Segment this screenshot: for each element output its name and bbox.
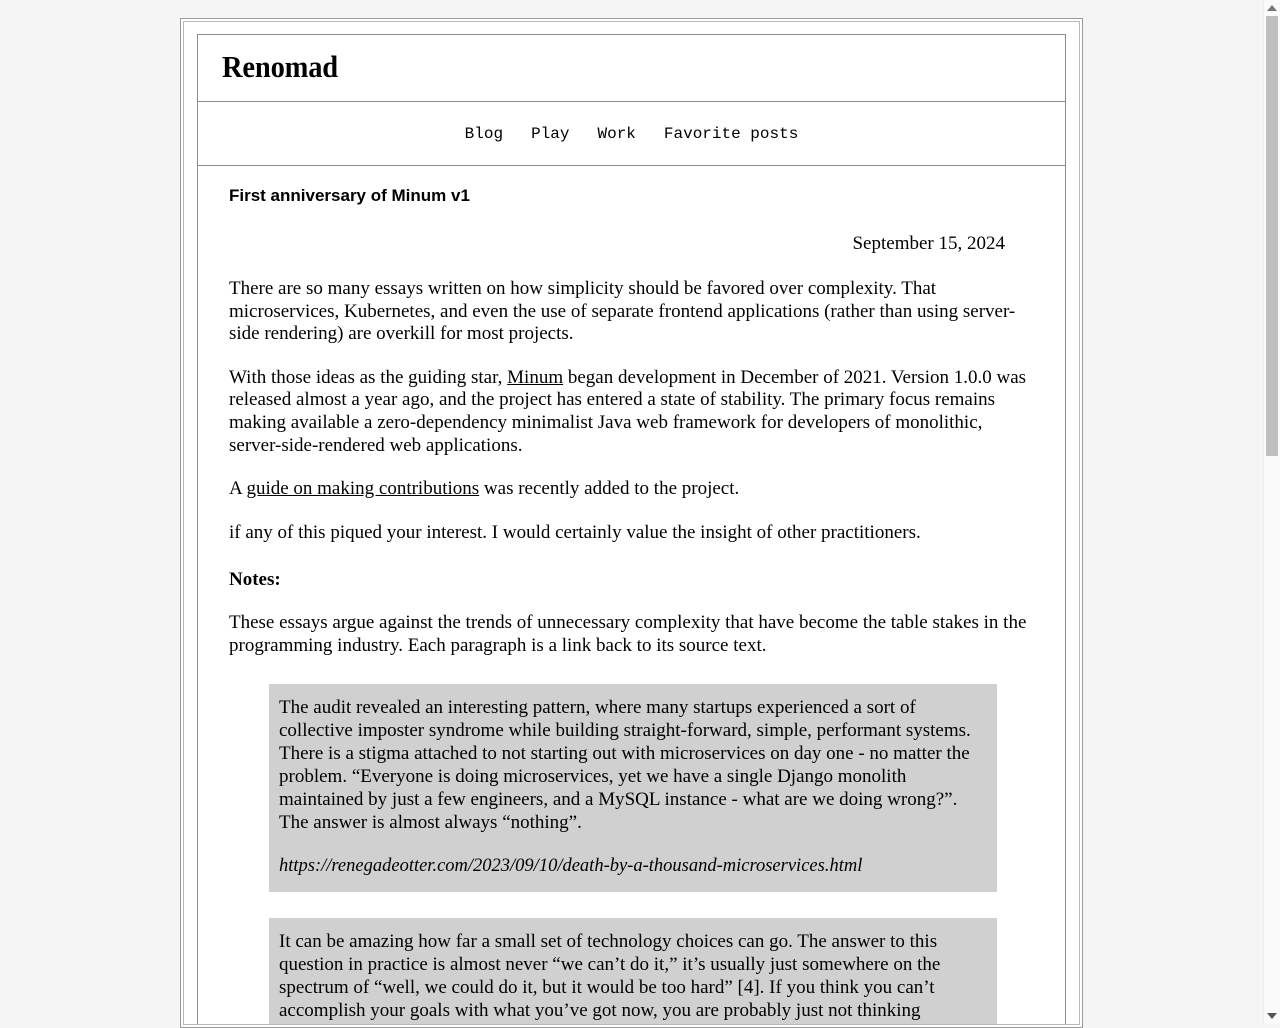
quote-2-text: It can be amazing how far a small set of… bbox=[279, 930, 941, 1024]
quote-block-2[interactable]: It can be amazing how far a small set of… bbox=[269, 917, 997, 1024]
scroll-down-arrow-icon[interactable] bbox=[1264, 1008, 1280, 1024]
scroll-up-arrow-icon[interactable] bbox=[1264, 0, 1280, 16]
scroll-up-triangle-icon bbox=[1267, 5, 1277, 11]
browser-page-frame: Renomad Blog Play Work Favorite posts Fi… bbox=[180, 18, 1083, 1028]
article-content: First anniversary of Minum v1 September … bbox=[197, 166, 1066, 1024]
scrollbar-track[interactable] bbox=[1264, 16, 1280, 1008]
nav-item-favorite-posts[interactable]: Favorite posts bbox=[664, 125, 798, 143]
quote-1-text: The audit revealed an interesting patter… bbox=[279, 696, 971, 833]
minum-link[interactable]: Minum bbox=[507, 367, 563, 388]
paragraph-intro: There are so many essays written on how … bbox=[229, 278, 1016, 345]
paragraph-contributions-prefix: A bbox=[229, 478, 247, 500]
page-content-frame: Renomad Blog Play Work Favorite posts Fi… bbox=[183, 21, 1080, 1025]
nav-item-blog[interactable]: Blog bbox=[465, 125, 503, 143]
notes-intro: These essays argue against the trends of… bbox=[229, 612, 1027, 656]
site-banner: Renomad bbox=[197, 34, 1066, 102]
nav-item-play[interactable]: Play bbox=[531, 125, 569, 143]
quote-block-1[interactable]: The audit revealed an interesting patter… bbox=[269, 683, 997, 892]
post-date: September 15, 2024 bbox=[852, 233, 1005, 254]
vertical-scrollbar[interactable] bbox=[1263, 0, 1280, 1024]
paragraph-minum-prefix: With those ideas as the guiding star, bbox=[229, 366, 508, 388]
post-title: First anniversary of Minum v1 bbox=[229, 186, 470, 205]
paragraph-contributions-suffix: was recently added to the project. bbox=[479, 478, 740, 500]
scroll-down-triangle-icon bbox=[1267, 1013, 1277, 1019]
paragraph-interest: if any of this piqued your interest. I w… bbox=[229, 521, 921, 543]
main-navigation: Blog Play Work Favorite posts bbox=[197, 102, 1066, 166]
paragraph-minum: With those ideas as the guiding star, Mi… bbox=[229, 367, 1035, 457]
scrollbar-thumb[interactable] bbox=[1266, 16, 1278, 456]
quote-1-source[interactable]: https://renegadeotter.com/2023/09/10/dea… bbox=[279, 855, 975, 878]
contribution-guide-link[interactable]: guide on making contributions bbox=[246, 478, 479, 499]
nav-item-work[interactable]: Work bbox=[597, 125, 635, 143]
notes-heading: Notes: bbox=[229, 569, 281, 591]
site-title: Renomad bbox=[222, 49, 338, 84]
paragraph-contributions: A guide on making contributions was rece… bbox=[229, 478, 1035, 501]
